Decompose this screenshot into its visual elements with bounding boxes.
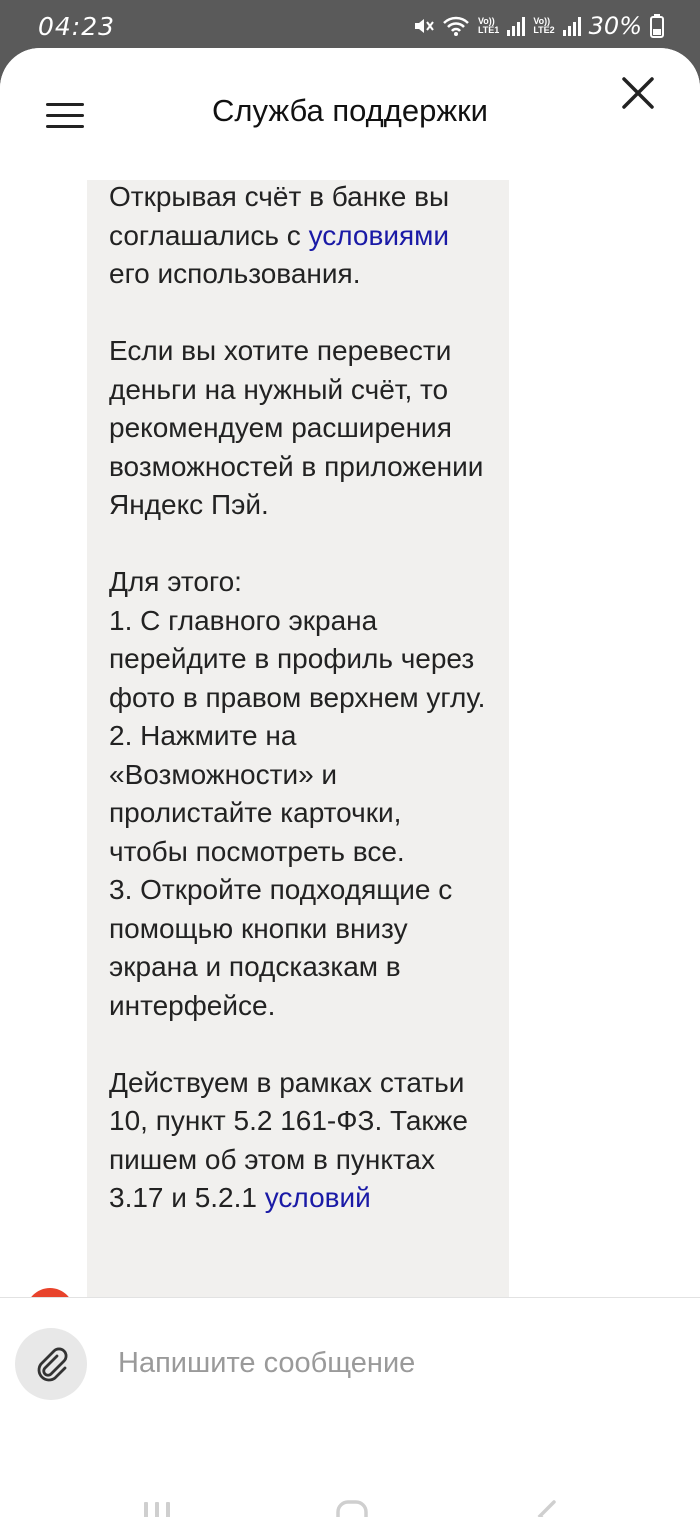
mute-icon xyxy=(414,19,434,33)
conditions-link[interactable]: условий xyxy=(265,1182,371,1213)
recent-apps-icon[interactable] xyxy=(140,1498,174,1517)
back-icon[interactable] xyxy=(532,1498,562,1517)
sim2-lte-label: Vo)) LTE2 xyxy=(533,16,555,35)
system-nav-bar xyxy=(0,1468,700,1517)
signal-bars-sim2-icon xyxy=(562,16,581,36)
status-bar: 04:23 Vo)) LTE1 Vo)) LTE2 30% xyxy=(0,0,700,52)
page-title: Служба поддержки xyxy=(212,93,488,128)
message-paragraph-4: Действуем в рамках статьи 10, пункт 5.2 … xyxy=(87,1064,509,1218)
sim1-lte-label: Vo)) LTE1 xyxy=(477,16,500,35)
chat-header: Служба поддержки xyxy=(0,48,700,178)
home-icon[interactable] xyxy=(334,1498,370,1517)
battery-percent: 30% xyxy=(588,12,642,40)
message-paragraph-1: Открывая счёт в банке вы соглашались с у… xyxy=(87,180,509,294)
signal-bars-sim1-icon xyxy=(507,16,526,36)
battery-icon xyxy=(650,14,664,38)
status-time: 04:23 xyxy=(38,12,116,41)
status-icons: Vo)) LTE1 Vo)) LTE2 30% xyxy=(412,12,664,40)
message-paragraph-2: Если вы хотите перевести деньги на нужны… xyxy=(109,335,484,520)
terms-link[interactable]: условиями xyxy=(309,220,449,251)
message-paragraph-3: Для этого: 1. С главного экрана перейдит… xyxy=(109,566,486,1021)
support-message-bubble: Открывая счёт в банке вы соглашались с у… xyxy=(87,180,509,1298)
support-chat-sheet: Служба поддержки Открывая счёт в банке в… xyxy=(0,48,700,1517)
close-icon[interactable] xyxy=(618,73,658,113)
message-text: его использования. xyxy=(109,258,361,289)
paperclip-icon xyxy=(37,1347,68,1382)
wifi-icon xyxy=(443,16,469,36)
attach-button[interactable] xyxy=(15,1328,87,1400)
message-input[interactable] xyxy=(116,1336,660,1390)
